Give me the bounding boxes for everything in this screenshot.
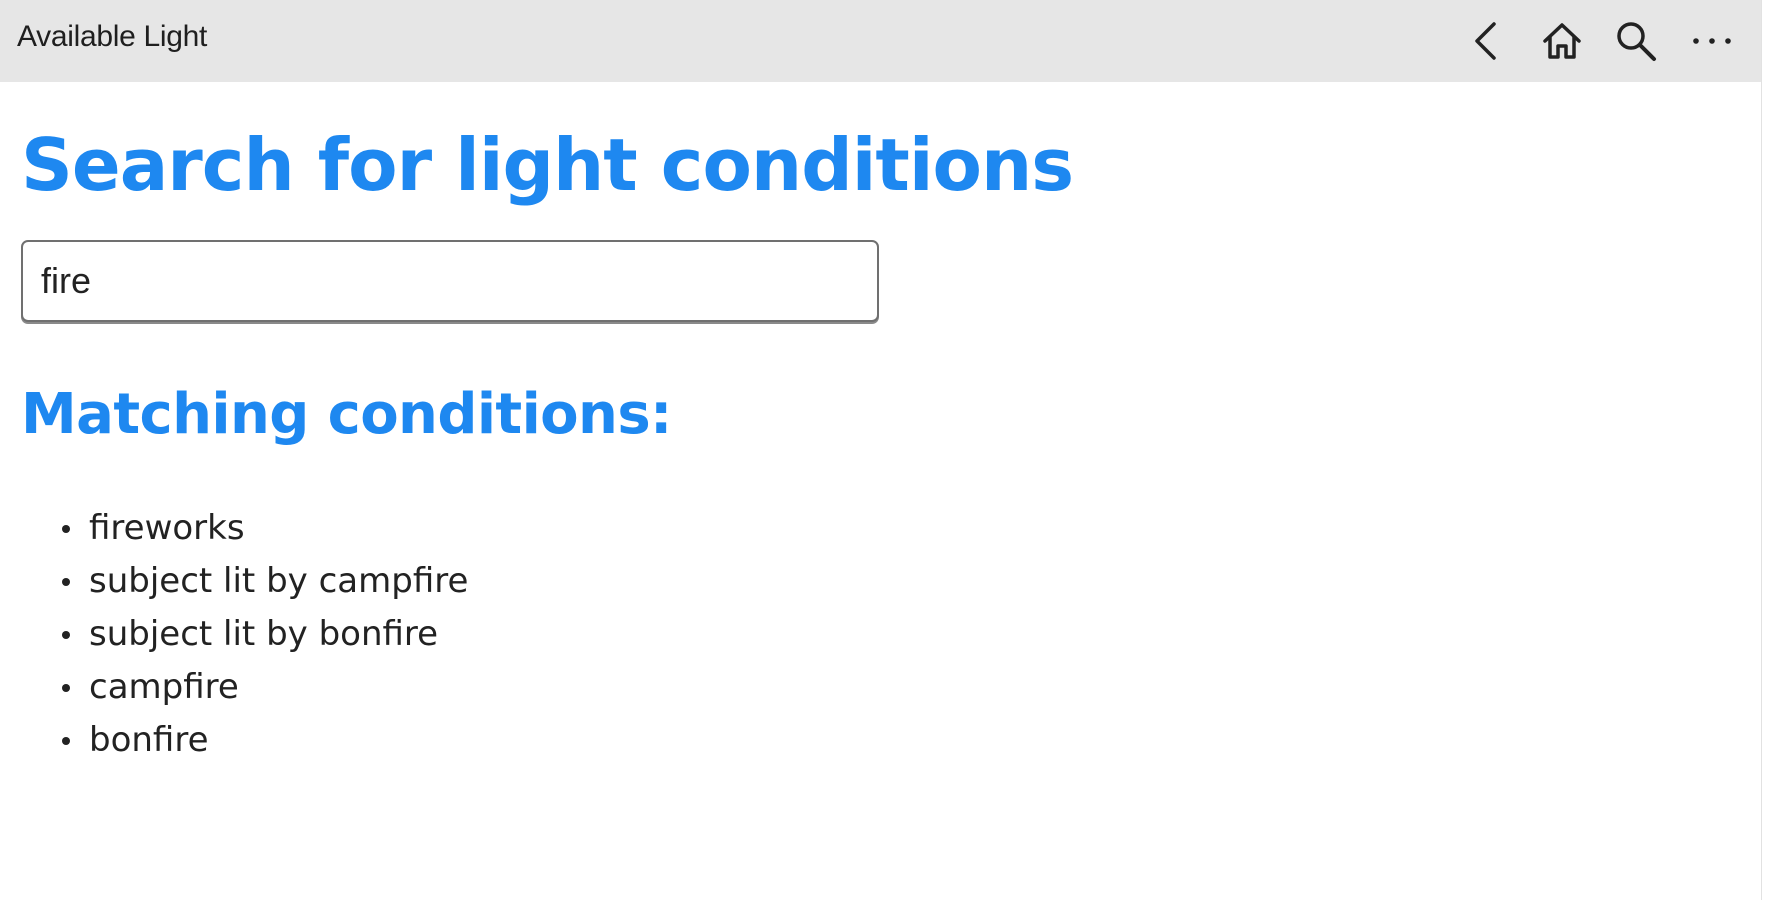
bullet-icon xyxy=(62,525,70,533)
app-window: Available Light Search for light conditi… xyxy=(0,0,1772,900)
more-button[interactable] xyxy=(1684,13,1740,69)
home-button[interactable] xyxy=(1534,13,1590,69)
bullet-icon xyxy=(62,631,70,639)
list-item-label: fireworks xyxy=(89,508,245,548)
list-item-label: bonfire xyxy=(89,720,209,760)
list-item-label: campfire xyxy=(89,667,239,707)
results-heading: Matching conditions: xyxy=(21,382,672,447)
bullet-icon xyxy=(62,578,70,586)
window-edge xyxy=(1761,0,1772,900)
bullet-icon xyxy=(62,684,70,692)
list-item-label: subject lit by bonfire xyxy=(89,614,439,654)
home-icon xyxy=(1541,21,1583,61)
bullet-icon xyxy=(62,737,70,745)
back-button[interactable] xyxy=(1458,13,1514,69)
list-item: fireworks xyxy=(0,502,468,555)
list-item: bonfire xyxy=(0,714,468,767)
search-input[interactable] xyxy=(21,240,879,322)
chevron-left-icon xyxy=(1469,21,1503,61)
search-icon xyxy=(1614,19,1658,63)
main-content: Search for light conditions Matching con… xyxy=(0,82,1762,900)
list-item: campfire xyxy=(0,661,468,714)
more-horizontal-icon xyxy=(1691,35,1733,47)
app-title: Available Light xyxy=(17,20,208,53)
search-button[interactable] xyxy=(1608,13,1664,69)
list-item-label: subject lit by campfire xyxy=(89,561,469,601)
page-title: Search for light conditions xyxy=(21,123,1074,207)
title-bar: Available Light xyxy=(0,0,1762,82)
list-item: subject lit by bonfire xyxy=(0,608,468,661)
results-list: fireworks subject lit by campfire subjec… xyxy=(0,502,468,767)
list-item: subject lit by campfire xyxy=(0,555,468,608)
